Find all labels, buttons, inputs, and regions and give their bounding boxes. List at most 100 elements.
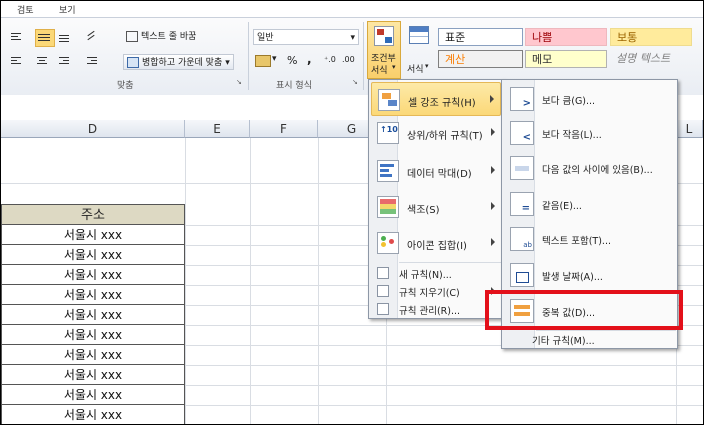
clear-rules-icon <box>377 285 389 297</box>
menu-item-data-bars[interactable]: 데이터 막대(D) <box>371 154 501 188</box>
data-bars-icon <box>377 160 399 182</box>
table-cell[interactable]: 서울시 xxx <box>1 365 185 385</box>
style-normal[interactable]: 표준 <box>438 28 523 46</box>
dropdown-arrow-icon: ▾ <box>392 63 396 71</box>
gridline <box>250 138 251 424</box>
menu-item-clear-rules[interactable]: 규칙 지우기(C) <box>371 282 501 300</box>
indent-icon[interactable] <box>85 55 99 67</box>
conditional-formatting-button[interactable]: 조건부 서식 ▾ <box>367 21 401 79</box>
menu-item-color-scales[interactable]: 색조(S) <box>371 190 501 224</box>
format-as-table-button[interactable]: 서식 ▾ <box>403 21 435 79</box>
column-header-d[interactable]: D <box>1 120 185 138</box>
dropdown-arrow-icon[interactable]: ▾ <box>225 58 230 68</box>
table-cell[interactable]: 서울시 xxx <box>1 265 185 285</box>
column-header-l[interactable]: L <box>676 120 703 138</box>
table-icon <box>409 26 429 44</box>
dropdown-arrow-icon: ▾ <box>350 33 355 43</box>
submenu-item-text-contains[interactable]: ab 텍스트 포함(T)... <box>506 223 676 255</box>
icon-sets-icon <box>377 232 399 254</box>
submenu-item-equal-to[interactable]: = 같음(E)... <box>506 188 676 220</box>
style-calculation[interactable]: 계산 <box>438 50 523 68</box>
style-bad[interactable]: 나쁨 <box>525 28 607 46</box>
submenu-arrow-icon <box>491 238 495 246</box>
table-cell[interactable]: 서울시 xxx <box>1 405 185 424</box>
table-cell[interactable]: 서울시 xxx <box>1 245 185 265</box>
decrease-decimal-icon[interactable]: .00 <box>342 55 355 64</box>
align-bottom-icon[interactable] <box>57 31 71 43</box>
style-neutral[interactable]: 보통 <box>610 28 692 46</box>
menu-item-icon-sets[interactable]: 아이콘 집합(I) <box>371 226 501 260</box>
submenu-arrow-icon <box>491 202 495 210</box>
color-scales-icon <box>377 196 399 218</box>
menu-item-top-bottom-rules[interactable]: ↑10 상위/하위 규칙(T) <box>371 116 501 150</box>
group-divider <box>363 22 364 90</box>
calendar-icon <box>510 263 534 287</box>
text-contains-icon: ab <box>510 227 534 251</box>
manage-rules-icon <box>377 303 389 315</box>
tab-review[interactable]: 검토 <box>17 3 34 16</box>
wrap-text-button[interactable]: 텍스트 줄 바꿈 <box>123 29 199 45</box>
menu-item-manage-rules[interactable]: 규칙 관리(R)... <box>371 300 501 318</box>
group-divider <box>248 22 249 90</box>
currency-icon[interactable] <box>255 55 271 67</box>
merge-center-label: 병합하고 가운데 맞춤 <box>142 58 223 68</box>
align-middle-icon[interactable] <box>35 29 55 47</box>
wrap-text-icon <box>126 31 138 42</box>
merge-icon <box>127 57 139 68</box>
between-icon <box>510 156 534 180</box>
increase-decimal-icon[interactable]: ⁺.0 <box>324 55 336 64</box>
submenu-item-less-than[interactable]: < 보다 작음(L)... <box>506 117 676 149</box>
conditional-formatting-menu: 셀 강조 규칙(H) ↑10 상위/하위 규칙(T) 데이터 막대(D) 색조(… <box>368 79 504 319</box>
submenu-item-date-occurring[interactable]: 발생 날짜(A)... <box>506 259 676 291</box>
table-cell[interactable]: 서울시 xxx <box>1 345 185 365</box>
align-top-icon[interactable] <box>9 31 23 43</box>
equal-to-icon: = <box>510 192 534 216</box>
submenu-item-greater-than[interactable]: > 보다 큼(G)... <box>506 83 676 115</box>
submenu-item-more-rules[interactable]: 기타 규칙(M)... <box>506 330 676 348</box>
orientation-icon[interactable] <box>85 29 99 41</box>
greater-than-icon: > <box>510 87 534 111</box>
gridline <box>185 138 186 424</box>
align-left-icon[interactable] <box>9 55 23 67</box>
new-rule-icon <box>377 267 389 279</box>
percent-button[interactable]: % <box>287 54 297 67</box>
number-dialog-launcher-icon[interactable]: ↘ <box>352 78 358 86</box>
column-header-e[interactable]: E <box>185 120 250 138</box>
menu-item-label: 색조(S) <box>407 205 440 216</box>
menu-item-new-rule[interactable]: 새 규칙(N)... <box>371 264 501 282</box>
menu-item-label: 데이터 막대(D) <box>407 169 472 180</box>
gridline <box>318 138 319 424</box>
table-cell[interactable]: 서울시 xxx <box>1 305 185 325</box>
align-right-icon[interactable] <box>57 55 71 67</box>
submenu-item-between[interactable]: 다음 값의 사이에 있음(B)... <box>506 152 676 184</box>
format-as-table-label: 서식 <box>407 65 424 75</box>
table-cell[interactable]: 서울시 xxx <box>1 285 185 305</box>
top-bottom-rules-icon: ↑10 <box>377 122 399 144</box>
number-format-value: 일반 <box>257 33 274 43</box>
merge-center-button[interactable]: 병합하고 가운데 맞춤 ▾ <box>123 54 234 70</box>
submenu-item-label: 같음(E)... <box>542 201 582 212</box>
menu-item-highlight-cells-rules[interactable]: 셀 강조 규칙(H) <box>371 82 501 116</box>
style-note[interactable]: 메모 <box>525 50 607 68</box>
annotation-highlight-box <box>485 290 683 330</box>
menu-item-label: 규칙 지우기(C) <box>399 288 460 299</box>
menu-item-label: 아이콘 집합(I) <box>407 241 467 252</box>
less-than-icon: < <box>510 121 534 145</box>
gridline <box>185 365 703 366</box>
dropdown-arrow-icon[interactable]: ▾ <box>272 54 277 64</box>
align-center-icon[interactable] <box>35 55 49 67</box>
gridline <box>185 405 703 406</box>
submenu-item-label: 다음 값의 사이에 있음(B)... <box>542 165 653 176</box>
tab-view[interactable]: 보기 <box>59 3 76 16</box>
menu-item-label: 셀 강조 규칙(H) <box>408 98 476 109</box>
alignment-dialog-launcher-icon[interactable]: ↘ <box>236 78 242 86</box>
style-explanatory[interactable]: 설명 텍스트 <box>610 50 692 68</box>
table-cell[interactable]: 서울시 xxx <box>1 225 185 245</box>
number-format-select[interactable]: 일반 ▾ <box>253 29 359 45</box>
wrap-text-label: 텍스트 줄 바꿈 <box>141 32 197 42</box>
header-cell-address[interactable]: 주소 <box>1 204 185 225</box>
table-cell[interactable]: 서울시 xxx <box>1 385 185 405</box>
table-cell[interactable]: 서울시 xxx <box>1 325 185 345</box>
column-header-f[interactable]: F <box>250 120 318 138</box>
comma-button[interactable]: , <box>307 52 312 66</box>
